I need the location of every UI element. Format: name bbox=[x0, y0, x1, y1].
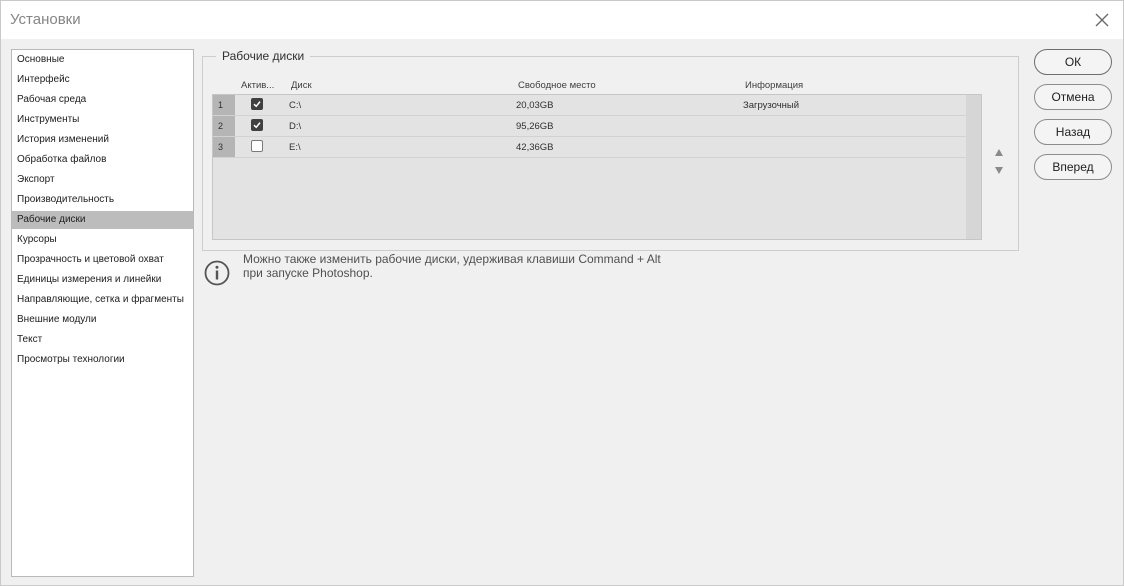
active-checkbox[interactable] bbox=[251, 98, 263, 110]
free-space: 42,36GB bbox=[516, 142, 554, 153]
back-button[interactable]: Назад bbox=[1034, 119, 1112, 145]
forward-button[interactable]: Вперед bbox=[1034, 154, 1112, 180]
preferences-dialog: Установки Основные Интерфейс Рабочая среда… bbox=[0, 0, 1124, 586]
checkmark-icon bbox=[253, 101, 261, 108]
checkmark-icon bbox=[253, 122, 261, 129]
disk-name: D:\ bbox=[289, 121, 302, 132]
row-number: 1 bbox=[218, 100, 224, 110]
sidebar-item[interactable]: Основные bbox=[12, 51, 193, 69]
preferences-sidebar: Основные Интерфейс Рабочая среда Инструмент… bbox=[11, 49, 194, 577]
sidebar-item[interactable]: Интерфейс bbox=[12, 71, 193, 89]
scratch-disks-note: Можно также изменить рабочие диски, удер… bbox=[243, 252, 661, 280]
info-icon bbox=[204, 260, 230, 286]
scratch-disks-table: 1 C:\ 20,03GB Загрузочный 2 D:\ 95,26GB 3 E:\ 42,… bbox=[212, 94, 982, 240]
sidebar-item[interactable]: Текст bbox=[12, 331, 193, 349]
row-number: 2 bbox=[218, 121, 224, 131]
sidebar-item[interactable]: Внешние модули bbox=[12, 311, 193, 329]
free-space: 95,26GB bbox=[516, 121, 554, 132]
triangle-up-icon[interactable] bbox=[993, 144, 1005, 156]
sidebar-item[interactable]: Курсоры bbox=[12, 231, 193, 249]
triangle-down-icon[interactable] bbox=[993, 163, 1005, 174]
column-header-free-space[interactable]: Свободное место bbox=[518, 80, 596, 92]
table-row[interactable]: 1 C:\ 20,03GB Загрузочный bbox=[213, 95, 966, 116]
column-header-disk[interactable]: Диск bbox=[291, 80, 312, 92]
active-checkbox[interactable] bbox=[251, 119, 263, 131]
disk-name: C:\ bbox=[289, 100, 302, 111]
close-icon[interactable] bbox=[1089, 7, 1115, 33]
sidebar-item[interactable]: Производительность bbox=[12, 191, 193, 209]
active-checkbox[interactable] bbox=[251, 140, 263, 152]
scratch-disks-title: Рабочие диски bbox=[216, 49, 311, 63]
window-title: Установки bbox=[10, 11, 81, 28]
cancel-button[interactable]: Отмена bbox=[1034, 84, 1112, 110]
sidebar-item[interactable]: Обработка файлов bbox=[12, 151, 193, 169]
column-header-active[interactable]: Актив... bbox=[241, 80, 274, 92]
sidebar-item[interactable]: Рабочая среда bbox=[12, 91, 193, 109]
column-header-info[interactable]: Информация bbox=[745, 80, 803, 92]
sidebar-item[interactable]: История изменений bbox=[12, 131, 193, 149]
sidebar-item[interactable]: Экспорт bbox=[12, 171, 193, 189]
ok-button[interactable]: ОК bbox=[1034, 49, 1112, 75]
disk-name: E:\ bbox=[289, 142, 301, 153]
free-space: 20,03GB bbox=[516, 100, 554, 111]
sidebar-item[interactable]: Рабочие диски bbox=[12, 211, 193, 229]
table-row[interactable]: 2 D:\ 95,26GB bbox=[213, 116, 966, 137]
table-scrollbar[interactable] bbox=[966, 95, 981, 239]
disk-info: Загрузочный bbox=[743, 100, 800, 111]
table-row[interactable]: 3 E:\ 42,36GB bbox=[213, 137, 966, 158]
row-number: 3 bbox=[218, 142, 224, 152]
sidebar-item[interactable]: Прозрачность и цветовой охват bbox=[12, 251, 193, 269]
sidebar-item[interactable]: Направляющие, сетка и фрагменты bbox=[12, 291, 193, 309]
note-line-2: при запуске Photoshop. bbox=[243, 266, 373, 280]
sidebar-item[interactable]: Единицы измерения и линейки bbox=[12, 271, 193, 289]
sidebar-item[interactable]: Просмотры технологии bbox=[12, 351, 193, 369]
title-bar: Установки bbox=[1, 1, 1123, 39]
note-line-1: Можно также изменить рабочие диски, удер… bbox=[243, 252, 661, 266]
sidebar-item[interactable]: Инструменты bbox=[12, 111, 193, 129]
